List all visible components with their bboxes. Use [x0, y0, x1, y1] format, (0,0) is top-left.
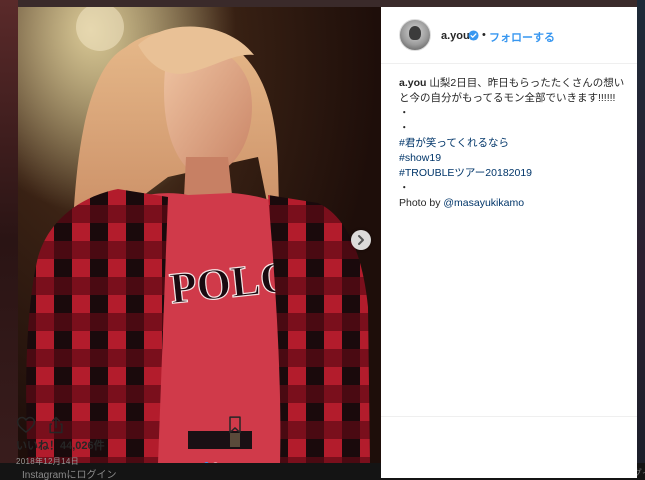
- hashtag-link-2[interactable]: #show19: [399, 151, 625, 166]
- photo-credit: Photo by @masayukikamo: [399, 196, 625, 211]
- action-bar: [381, 416, 637, 446]
- hashtag-link-3[interactable]: #TROUBLEツアー20182019: [399, 166, 625, 181]
- background-left-strip: [0, 0, 18, 480]
- post-header: a.you • フォローする: [381, 7, 637, 64]
- like-count[interactable]: いいね！44,026件: [16, 437, 105, 453]
- caption-username[interactable]: a.you: [399, 77, 426, 89]
- heart-icon[interactable]: [16, 415, 36, 435]
- post-date[interactable]: 2018年12月14日: [16, 456, 79, 467]
- header-separator: •: [482, 29, 486, 41]
- carousel-dot-2: [213, 462, 218, 463]
- bookmark-icon[interactable]: [227, 415, 243, 435]
- credit-prefix: Photo by: [399, 197, 444, 209]
- follow-button[interactable]: フォローする: [489, 29, 555, 45]
- background-login-text: Instagramにログイン: [22, 470, 117, 480]
- verified-badge-icon: [468, 30, 479, 41]
- post-side-panel: a.you • フォローする a.you 山梨2日目、昨日もらったたくさんの想い…: [381, 7, 637, 478]
- caption-dot-1: ・: [399, 107, 410, 119]
- credit-mention-link[interactable]: @masayukikamo: [443, 197, 524, 209]
- avatar-figure: [409, 26, 421, 40]
- carousel-dot-1: [204, 462, 209, 463]
- carousel-dots: [204, 462, 218, 463]
- chevron-right-icon: [358, 235, 364, 245]
- post-photo-illustration: POLO: [18, 7, 381, 463]
- background-right-strip: [637, 0, 645, 480]
- caption-first-line: a.you 山梨2日目、昨日もらったたくさんの想いと今の自分がもってるモン全部で…: [399, 76, 625, 106]
- belt-buckle: [230, 433, 240, 447]
- neck: [184, 157, 232, 197]
- post-username[interactable]: a.you: [441, 30, 470, 42]
- next-photo-button[interactable]: [351, 230, 371, 250]
- avatar[interactable]: [399, 19, 431, 51]
- hashtag-link-1[interactable]: #君が笑ってくれるなら: [399, 136, 625, 151]
- caption-text: 山梨2日目、昨日もらったたくさんの想いと今の自分がもってるモン全部でいきます!!…: [399, 77, 625, 104]
- post-photo[interactable]: POLO: [18, 7, 381, 463]
- share-icon[interactable]: [47, 415, 65, 435]
- caption-dot-2: ・: [399, 122, 410, 134]
- post-caption: a.you 山梨2日目、昨日もらったたくさんの想いと今の自分がもってるモン全部で…: [399, 76, 625, 211]
- caption-dot-3: ・: [399, 182, 410, 194]
